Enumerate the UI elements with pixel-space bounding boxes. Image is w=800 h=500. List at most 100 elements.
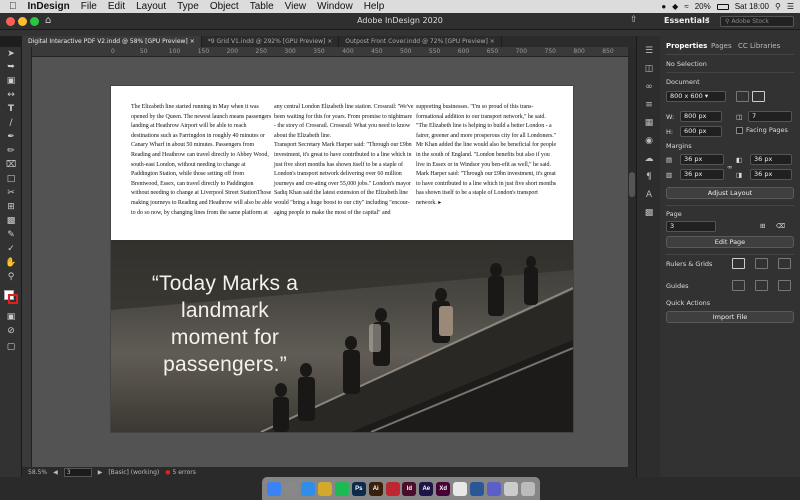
formatting-container-icon[interactable]: ▣ xyxy=(5,312,17,323)
safari-icon[interactable] xyxy=(301,481,316,496)
color-icon[interactable]: ◉ xyxy=(643,136,655,147)
direct-selection-tool-icon[interactable]: ➥ xyxy=(5,62,17,73)
lock-guides-icon[interactable] xyxy=(755,280,768,291)
teams-icon[interactable] xyxy=(486,481,501,496)
adobe-stock-search[interactable]: ⚲ Adobe Stock xyxy=(720,16,794,27)
margin-right-field[interactable]: 36 px xyxy=(750,169,792,180)
gradient-tool-icon[interactable]: ▩ xyxy=(5,216,17,227)
gap-tool-icon[interactable]: ↔ xyxy=(5,90,17,101)
smart-guides-icon[interactable] xyxy=(778,280,791,291)
free-transform-tool-icon[interactable]: ⊞ xyxy=(5,202,17,213)
tab-cc-libraries[interactable]: CC Libraries xyxy=(738,42,780,50)
baseline-grid-icon[interactable] xyxy=(755,258,768,269)
document-preset-select[interactable]: 800 x 600 ▾ xyxy=(666,91,726,102)
stroke-icon[interactable]: ≡ xyxy=(643,100,655,111)
type-tool-icon[interactable]: T xyxy=(5,104,17,115)
tab-digital-interactive[interactable]: Digital Interactive PDF V2.indd @ 58% [G… xyxy=(22,36,202,47)
page-number[interactable]: 3 xyxy=(63,467,92,477)
cc-libraries-icon[interactable]: ☁ xyxy=(643,154,655,165)
rectangle-frame-tool-icon[interactable]: ⌧ xyxy=(5,160,17,171)
zoom-tool-icon[interactable]: ⚲ xyxy=(5,272,17,283)
pages-icon[interactable]: ◫ xyxy=(643,64,655,75)
width-field[interactable]: 800 px xyxy=(680,111,722,122)
indesign-icon[interactable]: Id xyxy=(402,481,417,496)
finder-icon[interactable] xyxy=(267,481,282,496)
menu-edit[interactable]: Edit xyxy=(108,0,125,13)
layers-icon[interactable]: ☰ xyxy=(643,46,655,57)
delete-page-icon[interactable]: ⌫ xyxy=(776,222,785,230)
scrollbar-thumb[interactable] xyxy=(629,172,635,197)
pages-count-field[interactable]: 7 xyxy=(748,111,792,122)
menu-view[interactable]: View xyxy=(285,0,307,13)
hand-tool-icon[interactable]: ✋ xyxy=(5,258,17,269)
aftereffects-icon[interactable]: Ae xyxy=(419,481,434,496)
pencil-tool-icon[interactable]: ✏ xyxy=(5,146,17,157)
illustrator-icon[interactable]: Ai xyxy=(368,481,383,496)
tab-properties[interactable]: Properties xyxy=(666,42,707,50)
import-file-button[interactable]: Import File xyxy=(666,311,794,323)
search-icon[interactable]: ⚲ xyxy=(775,2,781,11)
links-icon[interactable]: ∞ xyxy=(643,82,655,93)
edit-page-button[interactable]: Edit Page xyxy=(666,236,794,248)
menu-object[interactable]: Object xyxy=(210,0,239,13)
menu-file[interactable]: File xyxy=(81,0,97,13)
rectangle-tool-icon[interactable]: □ xyxy=(5,174,17,185)
menu-table[interactable]: Table xyxy=(250,0,274,13)
add-page-icon[interactable]: ⊞ xyxy=(760,222,765,230)
files-icon[interactable] xyxy=(503,481,518,496)
tab-9-grid[interactable]: *9 Grid V1.indd @ 292% [GPU Preview] × xyxy=(202,36,340,47)
vertical-scrollbar[interactable] xyxy=(628,47,636,467)
document-grid-icon[interactable] xyxy=(778,258,791,269)
facing-pages-checkbox[interactable] xyxy=(736,127,743,134)
article-column-3[interactable]: supporting businesses. "I'm so proud of … xyxy=(416,103,557,209)
eyedropper-tool-icon[interactable]: ✓ xyxy=(5,244,17,255)
menu-layout[interactable]: Layout xyxy=(136,0,166,13)
photoshop-icon[interactable]: Ps xyxy=(351,481,366,496)
line-tool-icon[interactable]: ∕ xyxy=(5,118,17,129)
trash-icon[interactable] xyxy=(520,481,535,496)
text-wrap-icon[interactable]: ▩ xyxy=(643,208,655,219)
portrait-orientation-icon[interactable] xyxy=(736,91,749,102)
margin-bottom-field[interactable]: 36 px xyxy=(680,169,724,180)
link-margins-icon[interactable]: ∞ xyxy=(727,163,732,171)
clock[interactable]: Sat 18:00 xyxy=(735,2,769,11)
chrome-icon[interactable] xyxy=(453,481,468,496)
show-guides-icon[interactable] xyxy=(732,280,745,291)
menu-window[interactable]: Window xyxy=(317,0,353,13)
page-first-icon[interactable]: ◀ xyxy=(53,469,58,476)
article-column-2[interactable]: any central London Elizabeth line statio… xyxy=(274,103,415,218)
preflight-errors[interactable]: 5 errors xyxy=(173,469,196,476)
photos-icon[interactable] xyxy=(318,481,333,496)
menu-help[interactable]: Help xyxy=(364,0,385,13)
share-icon[interactable]: ⇧ xyxy=(630,15,638,25)
word-icon[interactable] xyxy=(469,481,484,496)
menu-list-icon[interactable]: ☰ xyxy=(787,2,794,11)
menu-type[interactable]: Type xyxy=(177,0,199,13)
horizontal-ruler[interactable]: 0 50 100 150 200 250 300 350 400 450 500 550 600 650 7… xyxy=(32,47,628,57)
tab-outpost-cover[interactable]: Outpost Front Cover.indd @ 72% [GPU Prev… xyxy=(339,36,502,47)
vertical-ruler[interactable] xyxy=(22,47,32,467)
adjust-layout-button[interactable]: Adjust Layout xyxy=(666,187,794,199)
swatches-icon[interactable]: ▦ xyxy=(643,118,655,129)
scissors-tool-icon[interactable]: ✂ xyxy=(5,188,17,199)
apply-none-icon[interactable]: ⊘ xyxy=(5,326,17,337)
pull-quote[interactable]: “Today Marks a landmark moment for passe… xyxy=(140,270,310,378)
launchpad-icon[interactable] xyxy=(284,481,299,496)
page-tool-icon[interactable]: ▣ xyxy=(5,76,17,87)
menu-app-name[interactable]: InDesign xyxy=(28,0,70,13)
stroke-swatch[interactable] xyxy=(8,294,18,304)
acrobat-icon[interactable] xyxy=(385,481,400,496)
preflight-profile[interactable]: [Basic] (working) xyxy=(108,469,159,476)
battery-icon[interactable] xyxy=(716,3,729,10)
xd-icon[interactable]: Xd xyxy=(436,481,451,496)
tab-pages[interactable]: Pages xyxy=(711,42,732,50)
character-styles-icon[interactable]: A xyxy=(643,190,655,201)
wifi-icon[interactable]: ≈ xyxy=(684,2,688,11)
margin-top-field[interactable]: 36 px xyxy=(680,154,724,165)
paragraph-styles-icon[interactable]: ¶ xyxy=(643,172,655,183)
height-field[interactable]: 600 px xyxy=(680,126,722,137)
zoom-level[interactable]: 58.5% xyxy=(28,469,47,476)
landscape-orientation-icon[interactable] xyxy=(752,91,765,102)
pen-tool-icon[interactable]: ✒ xyxy=(5,132,17,143)
spotify-icon[interactable] xyxy=(334,481,349,496)
